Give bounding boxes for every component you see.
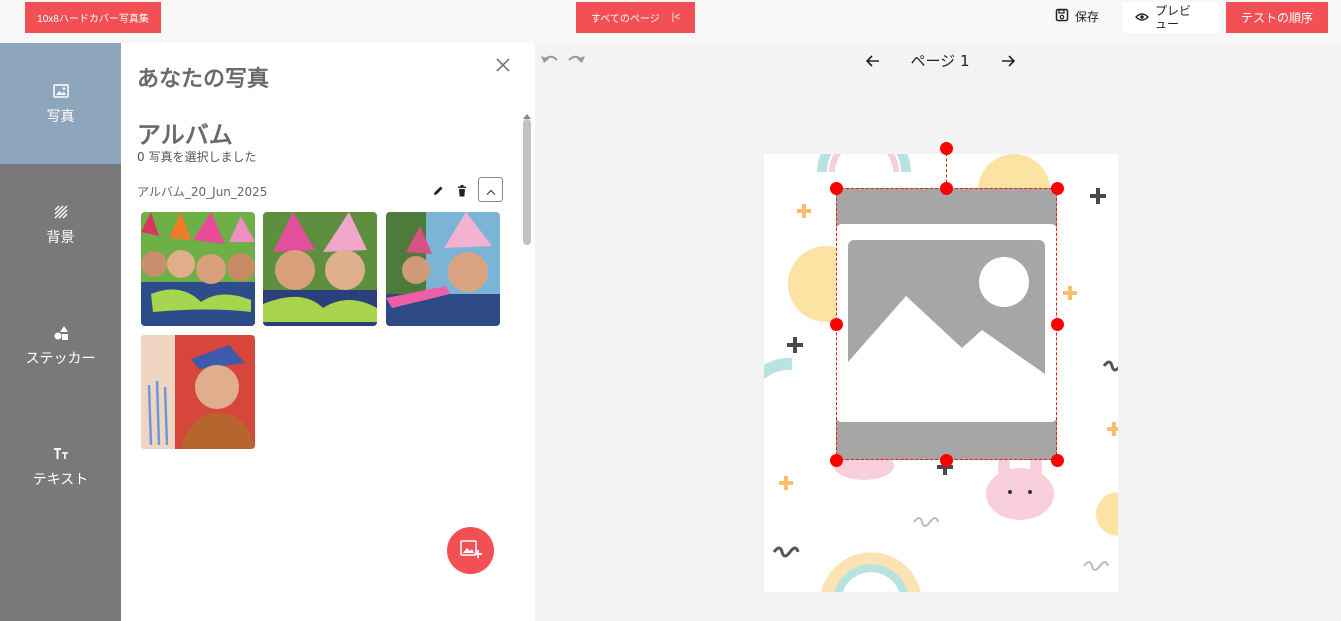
sidebar-item-label: ステッカー bbox=[25, 350, 96, 367]
preview-label: プレビュー bbox=[1155, 3, 1192, 31]
order-label: テストの順序 bbox=[1240, 11, 1313, 25]
selection-box bbox=[836, 188, 1057, 460]
arrow-right-icon[interactable] bbox=[1001, 52, 1017, 68]
resize-handle-right[interactable] bbox=[1050, 317, 1064, 331]
save-button[interactable]: 保存 bbox=[1055, 4, 1099, 28]
selected-count: 0 写真を選択しました bbox=[137, 150, 257, 164]
photo-thumbnail[interactable] bbox=[263, 212, 377, 326]
photo-thumbnail[interactable] bbox=[141, 212, 255, 326]
photos-panel: あなたの写真 アルバム 0 写真を選択しました アルバム_20_Jun_2025 bbox=[121, 43, 535, 621]
resize-handle-left[interactable] bbox=[829, 317, 843, 331]
photo-thumbnail[interactable] bbox=[386, 212, 500, 326]
collapse-left-icon: |< bbox=[671, 12, 681, 23]
resize-handle-bottom-left[interactable] bbox=[829, 453, 843, 467]
save-label: 保存 bbox=[1075, 9, 1100, 24]
sidebar-item-photos[interactable]: 写真 bbox=[0, 43, 121, 164]
photo-thumbnail[interactable] bbox=[141, 335, 255, 449]
add-photo-button[interactable] bbox=[447, 527, 494, 574]
order-button[interactable]: テストの順序 bbox=[1226, 2, 1328, 33]
eye-icon bbox=[1135, 11, 1149, 25]
shapes-icon bbox=[52, 324, 70, 342]
product-name-button[interactable]: 10x8ハードカバー写真集 bbox=[25, 2, 161, 33]
text-icon bbox=[52, 445, 70, 463]
scrollbar-thumb[interactable] bbox=[523, 119, 531, 245]
preview-button[interactable]: プレビュー bbox=[1123, 2, 1220, 33]
left-nav: 写真 背景 ステッカー テキスト bbox=[0, 43, 121, 621]
product-name-label: 10x8ハードカバー写真集 bbox=[37, 14, 149, 25]
trash-icon[interactable] bbox=[455, 183, 471, 199]
all-pages-label: すべてのページ bbox=[590, 14, 660, 25]
edit-icon[interactable] bbox=[431, 183, 447, 199]
rotate-handle[interactable] bbox=[939, 141, 953, 155]
undo-icon[interactable] bbox=[540, 52, 560, 68]
close-icon[interactable] bbox=[493, 55, 513, 75]
scroll-up-icon[interactable] bbox=[523, 104, 531, 119]
sidebar-item-text[interactable]: テキスト bbox=[0, 406, 121, 527]
redo-icon[interactable] bbox=[566, 52, 586, 68]
top-bar: 10x8ハードカバー写真集 すべてのページ |< 保存 プレビュー テストの順序 bbox=[0, 0, 1341, 43]
resize-handle-top[interactable] bbox=[939, 181, 953, 195]
resize-handle-bottom-right[interactable] bbox=[1050, 453, 1064, 467]
add-image-icon bbox=[459, 539, 482, 563]
album-name: アルバム_20_Jun_2025 bbox=[137, 185, 268, 199]
image-icon bbox=[52, 82, 70, 100]
sidebar-item-background[interactable]: 背景 bbox=[0, 164, 121, 285]
collapse-album-button[interactable] bbox=[478, 177, 503, 202]
all-pages-button[interactable]: すべてのページ |< bbox=[576, 2, 695, 33]
page-label: ページ 1 bbox=[910, 52, 970, 70]
resize-handle-top-left[interactable] bbox=[829, 181, 843, 195]
panel-title: あなたの写真 bbox=[137, 67, 270, 92]
sidebar-item-label: テキスト bbox=[32, 471, 89, 488]
chevron-up-icon bbox=[486, 180, 496, 199]
sidebar-item-stickers[interactable]: ステッカー bbox=[0, 285, 121, 406]
resize-handle-top-right[interactable] bbox=[1050, 181, 1064, 195]
album-heading: アルバム bbox=[137, 121, 233, 149]
save-icon bbox=[1055, 8, 1069, 25]
sidebar-item-label: 写真 bbox=[46, 108, 75, 125]
sidebar-item-label: 背景 bbox=[46, 229, 75, 246]
hatch-icon bbox=[52, 203, 70, 221]
resize-handle-bottom[interactable] bbox=[939, 453, 953, 467]
